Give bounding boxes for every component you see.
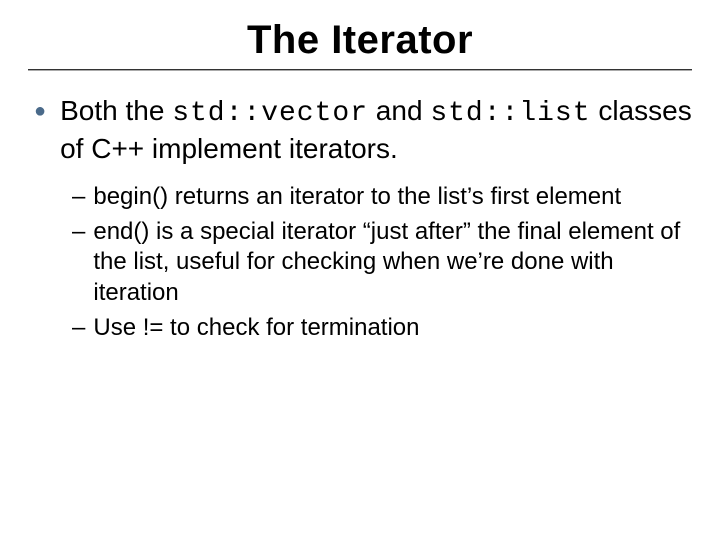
bullet-dot-icon: ● <box>34 93 46 129</box>
sub-bullet-text: end() is a special iterator “just after”… <box>93 217 692 309</box>
sub-bullet-begin: – begin() returns an iterator to the lis… <box>72 182 692 213</box>
sub-bullet-neq: – Use != to check for termination <box>72 313 692 344</box>
title-divider <box>28 69 692 71</box>
sub-bullet-text: begin() returns an iterator to the list’… <box>93 182 692 213</box>
slide: The Iterator ● Both the std::vector and … <box>0 0 720 540</box>
bullet-text: Both the std::vector and std::list class… <box>60 93 692 166</box>
bullet-main: ● Both the std::vector and std::list cla… <box>34 93 692 166</box>
sub-bullet-end: – end() is a special iterator “just afte… <box>72 217 692 309</box>
dash-icon: – <box>72 217 85 248</box>
sub-bullet-list: – begin() returns an iterator to the lis… <box>72 182 692 344</box>
dash-icon: – <box>72 182 85 213</box>
dash-icon: – <box>72 313 85 344</box>
bullet-frag-2: and <box>368 95 430 126</box>
code-list: std::list <box>430 98 590 129</box>
bullet-frag-1: Both the <box>60 95 172 126</box>
slide-title: The Iterator <box>28 18 692 63</box>
code-vector: std::vector <box>172 98 368 129</box>
sub-bullet-text: Use != to check for termination <box>93 313 692 344</box>
